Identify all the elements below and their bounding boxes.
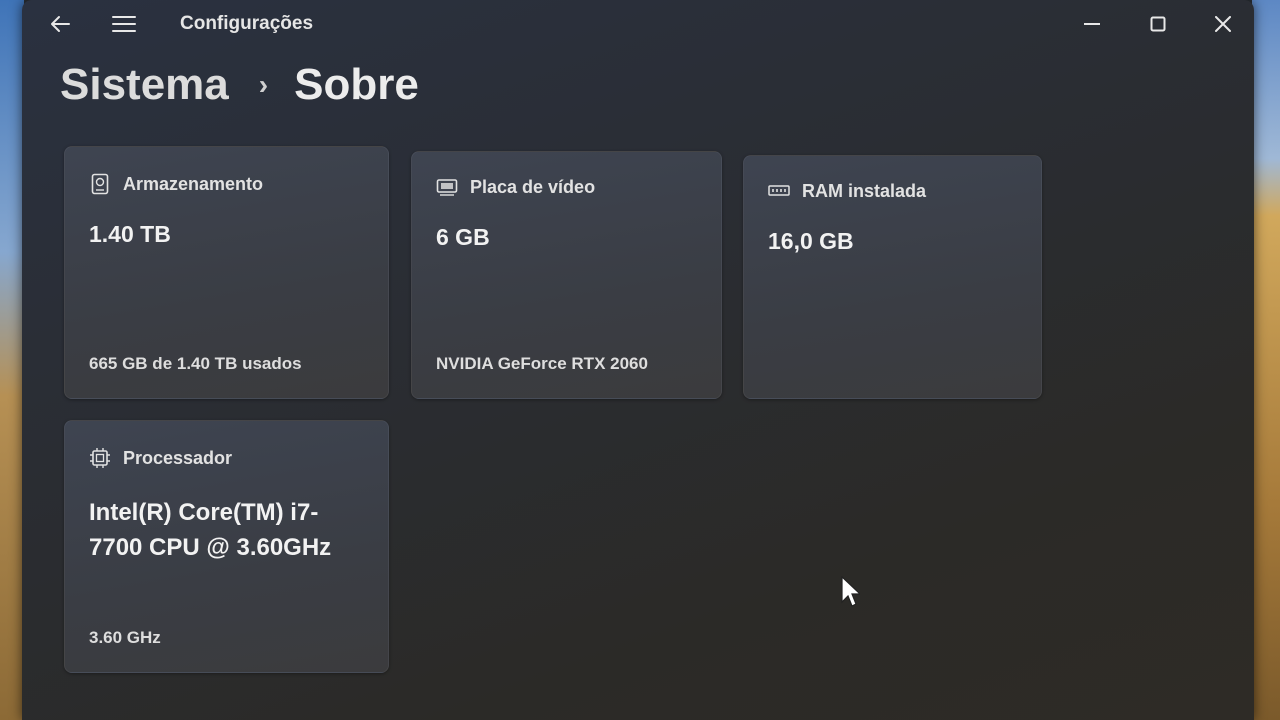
breadcrumb-parent[interactable]: Sistema (60, 60, 229, 110)
ram-amount: 16,0 GB (768, 228, 854, 254)
close-icon (1215, 16, 1231, 32)
processor-card[interactable]: Processador Intel(R) Core(TM) i7-7700 CP… (64, 420, 389, 673)
back-arrow-icon (51, 16, 70, 32)
storage-label: Armazenamento (123, 173, 264, 194)
back-button[interactable] (42, 6, 78, 42)
minimize-icon (1084, 23, 1100, 25)
desktop-wallpaper-right (1252, 0, 1280, 720)
hamburger-menu-icon (112, 16, 136, 32)
title-bar: Configurações (22, 0, 1254, 48)
ram-card[interactable]: RAM instalada 16,0 GB (743, 155, 1042, 399)
display-adapter-icon (436, 176, 458, 198)
mouse-pointer-icon (841, 576, 860, 607)
gpu-model: NVIDIA GeForce RTX 2060 (436, 354, 648, 373)
processor-card-header: Processador (89, 447, 232, 469)
gpu-label: Placa de vídeo (470, 176, 596, 197)
close-button[interactable] (1205, 6, 1241, 42)
ram-label: RAM instalada (802, 180, 927, 201)
minimize-button[interactable] (1074, 6, 1110, 42)
hard-drive-icon (89, 173, 111, 195)
ram-card-header: RAM instalada (768, 180, 926, 202)
memory-icon (768, 180, 790, 202)
maximize-icon (1150, 16, 1166, 32)
storage-card-header: Armazenamento (89, 173, 263, 195)
breadcrumb: Sistema › Sobre (60, 60, 419, 110)
navigation-menu-button[interactable] (106, 6, 142, 42)
breadcrumb-separator: › (258, 69, 269, 100)
storage-total: 1.40 TB (89, 221, 171, 247)
maximize-button[interactable] (1140, 6, 1176, 42)
gpu-card-header: Placa de vídeo (436, 176, 595, 198)
gpu-memory: 6 GB (436, 224, 490, 250)
app-title: Configurações (180, 13, 314, 34)
storage-card[interactable]: Armazenamento 1.40 TB 665 GB de 1.40 TB … (64, 146, 389, 399)
processor-label: Processador (123, 447, 233, 468)
gpu-card[interactable]: Placa de vídeo 6 GB NVIDIA GeForce RTX 2… (411, 151, 722, 399)
desktop-wallpaper-left (0, 0, 24, 720)
processor-model: Intel(R) Core(TM) i7-7700 CPU @ 3.60GHz (89, 499, 332, 561)
processor-icon (89, 447, 111, 469)
settings-window: Configurações Sistema › Sobre Armazename… (22, 0, 1254, 720)
breadcrumb-current: Sobre (294, 60, 419, 109)
processor-speed: 3.60 GHz (89, 628, 161, 647)
storage-usage: 665 GB de 1.40 TB usados (89, 354, 302, 373)
